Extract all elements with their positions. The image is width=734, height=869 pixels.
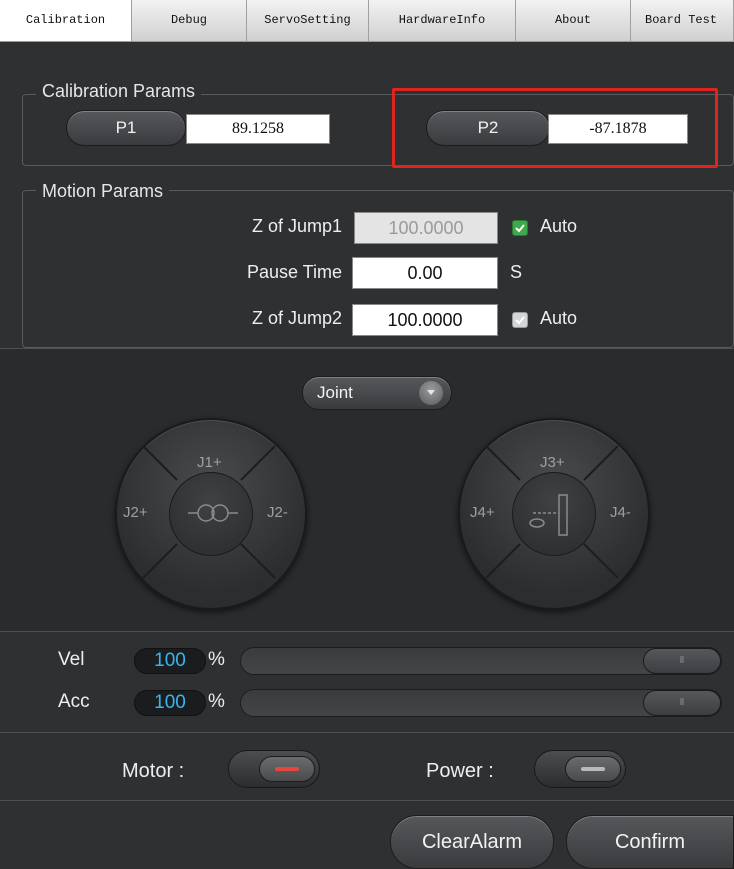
confirm-button[interactable]: Confirm: [566, 815, 734, 869]
power-label: Power :: [426, 760, 494, 782]
robot-arm-icon: [188, 504, 238, 522]
calibration-params-title: Calibration Params: [36, 80, 202, 102]
power-toggle[interactable]: [534, 750, 626, 788]
motor-label: Motor :: [122, 760, 185, 782]
p1-button[interactable]: P1: [66, 110, 186, 146]
tab-bar: Calibration Debug ServoSetting HardwareI…: [0, 0, 734, 42]
jog-mode-dropdown[interactable]: Joint: [302, 376, 452, 410]
auto2-checkbox[interactable]: [512, 312, 528, 328]
auto1-label: Auto: [540, 216, 578, 236]
p2-highlight-box: [392, 88, 718, 168]
vel-unit: %: [208, 649, 225, 670]
tab-servo-setting[interactable]: ServoSetting: [247, 0, 369, 41]
tab-board-test[interactable]: Board Test: [631, 0, 734, 41]
robot-joint-icon: [529, 494, 568, 536]
motor-status-indicator: [275, 767, 299, 771]
z-jump1-label: Z of Jump1: [251, 216, 342, 236]
pause-time-field[interactable]: 0.00: [352, 257, 498, 289]
j4-plus-button[interactable]: J4+: [470, 504, 495, 521]
z-jump2-label: Z of Jump2: [251, 308, 342, 328]
vel-slider-thumb[interactable]: Ⅱ: [643, 648, 721, 674]
power-status-indicator: [581, 767, 605, 771]
j4-minus-button[interactable]: J4-: [610, 504, 631, 521]
motor-toggle-knob: [259, 756, 315, 782]
motion-params-title: Motion Params: [36, 180, 170, 202]
tab-calibration[interactable]: Calibration: [0, 0, 132, 41]
dial-center-j3-j4: [512, 472, 596, 556]
clear-alarm-button[interactable]: ClearAlarm: [390, 815, 554, 869]
divider: [0, 732, 734, 733]
tab-debug[interactable]: Debug: [132, 0, 247, 41]
auto1-checkbox[interactable]: [512, 220, 528, 236]
vel-label: Vel: [58, 649, 85, 670]
acc-unit: %: [208, 691, 225, 712]
vel-value: 100: [134, 648, 206, 674]
j3-plus-button[interactable]: J3+: [540, 454, 565, 471]
tab-hardware-info[interactable]: HardwareInfo: [369, 0, 516, 41]
acc-slider-track[interactable]: Ⅱ: [240, 689, 722, 717]
acc-slider-thumb[interactable]: Ⅱ: [643, 690, 721, 716]
dial-center-j1-j2: [169, 472, 253, 556]
vel-slider-track[interactable]: Ⅱ: [240, 647, 722, 675]
z-jump2-field[interactable]: 100.0000: [352, 304, 498, 336]
z-jump1-field[interactable]: 100.0000: [354, 212, 498, 244]
power-toggle-knob: [565, 756, 621, 782]
j1-plus-button[interactable]: J1+: [197, 454, 222, 471]
check-icon: [515, 224, 525, 233]
acc-value: 100: [134, 690, 206, 716]
jog-mode-value: Joint: [317, 383, 353, 402]
p1-value-field[interactable]: 89.1258: [186, 114, 330, 144]
chevron-down-icon: [419, 381, 443, 405]
motor-toggle[interactable]: [228, 750, 320, 788]
tab-about[interactable]: About: [516, 0, 631, 41]
acc-label: Acc: [58, 691, 90, 712]
pause-time-label: Pause Time: [246, 262, 342, 282]
divider: [0, 800, 734, 801]
jog-dial-j3-j4: J3+ J4+ J4-: [458, 418, 650, 610]
j2-minus-button[interactable]: J2-: [267, 504, 288, 521]
check-icon: [515, 316, 525, 325]
auto2-label: Auto: [540, 308, 578, 328]
pause-time-unit: S: [510, 262, 523, 282]
j2-plus-button[interactable]: J2+: [123, 504, 148, 521]
jog-dial-j1-j2: J1+ J2+ J2-: [115, 418, 307, 610]
